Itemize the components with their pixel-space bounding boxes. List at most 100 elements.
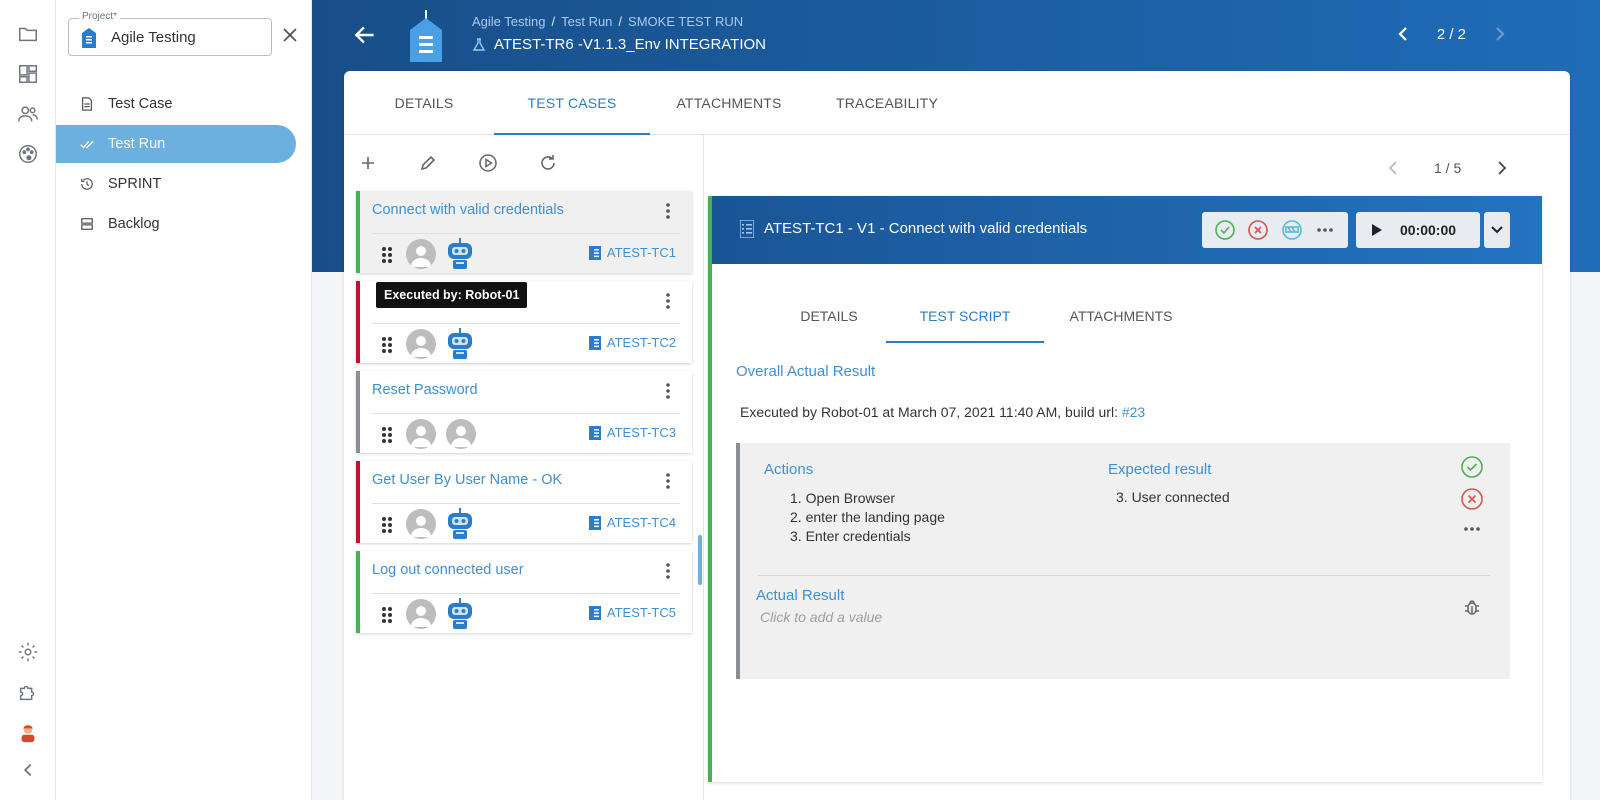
divider xyxy=(372,233,680,234)
test-case-title[interactable]: Connect with valid credentials xyxy=(372,202,564,218)
test-case-id[interactable]: ATEST-TC5 xyxy=(588,605,676,620)
execution-text: Executed by Robot-01 at March 07, 2021 1… xyxy=(740,404,1122,420)
fail-cross-icon[interactable] xyxy=(1460,487,1484,511)
users-icon[interactable] xyxy=(16,102,40,126)
nav-item-backlog[interactable]: Backlog xyxy=(56,205,296,243)
robot-icon[interactable] xyxy=(444,327,476,361)
drag-handle-icon[interactable] xyxy=(380,515,394,535)
page-title: ATEST-TR6 -V1.1.3_Env INTEGRATION xyxy=(472,36,766,53)
test-case-icon xyxy=(588,425,601,440)
drag-handle-icon[interactable] xyxy=(380,425,394,445)
test-case-id[interactable]: ATEST-TC3 xyxy=(588,425,676,440)
project-value: Agile Testing xyxy=(111,29,196,46)
chevron-right-icon[interactable] xyxy=(1490,24,1510,44)
timer-button[interactable]: 00:00:00 xyxy=(1356,212,1480,248)
main-card: DETAILS TEST CASES ATTACHMENTS TRACEABIL… xyxy=(344,71,1570,800)
drag-handle-icon[interactable] xyxy=(380,605,394,625)
drag-handle-icon[interactable] xyxy=(380,245,394,265)
test-case-title[interactable]: Log out connected user xyxy=(372,562,524,578)
test-case-id[interactable]: ATEST-TC2 xyxy=(588,335,676,350)
kebab-menu-icon[interactable] xyxy=(658,381,678,401)
drag-handle-icon[interactable] xyxy=(380,335,394,355)
chevron-left-icon[interactable] xyxy=(1393,24,1413,44)
chevron-left-icon[interactable] xyxy=(1384,159,1402,177)
chevron-right-icon[interactable] xyxy=(1493,159,1511,177)
test-case-card[interactable]: Log out connected user ATEST-TC5 xyxy=(356,551,692,633)
test-case-id-text: ATEST-TC4 xyxy=(606,515,676,530)
test-case-icon xyxy=(740,220,754,238)
palette-icon[interactable] xyxy=(16,142,40,166)
kebab-menu-icon[interactable] xyxy=(658,471,678,491)
nav-item-test-run[interactable]: Test Run xyxy=(56,125,296,163)
edit-pencil-icon[interactable] xyxy=(418,153,438,173)
bug-icon[interactable] xyxy=(1462,597,1482,617)
expected-result: 3. User connected xyxy=(1116,489,1230,505)
execution-info: Executed by Robot-01 at March 07, 2021 1… xyxy=(740,404,1145,420)
subtab-attachments[interactable]: ATTACHMENTS xyxy=(1052,289,1190,343)
user-avatar-icon[interactable] xyxy=(16,720,40,744)
test-case-id[interactable]: ATEST-TC4 xyxy=(588,515,676,530)
breadcrumb-link[interactable]: Test Run xyxy=(561,14,612,29)
back-arrow-icon[interactable] xyxy=(352,22,378,48)
actions-heading: Actions xyxy=(764,461,814,478)
test-case-id[interactable]: ATEST-TC1 xyxy=(588,245,676,260)
scrollbar-thumb[interactable] xyxy=(698,535,702,585)
test-case-title[interactable]: Get User By User Name - OK xyxy=(372,472,562,488)
refresh-icon[interactable] xyxy=(538,153,558,173)
project-label: Project* xyxy=(79,11,121,22)
settings-gear-icon[interactable] xyxy=(16,640,40,664)
puzzle-icon[interactable] xyxy=(16,680,40,704)
nav-item-test-case[interactable]: Test Case xyxy=(56,85,296,123)
build-link[interactable]: #23 xyxy=(1122,404,1145,420)
dashboard-icon[interactable] xyxy=(16,62,40,86)
timer-dropdown[interactable] xyxy=(1484,212,1510,248)
more-options-icon[interactable] xyxy=(1460,519,1484,539)
side-panel: Project* Agile Testing Test Case Test Ru… xyxy=(56,0,312,800)
tab-details[interactable]: DETAILS xyxy=(368,71,480,135)
main-tabs: DETAILS TEST CASES ATTACHMENTS TRACEABIL… xyxy=(344,71,1570,135)
tab-traceability[interactable]: TRACEABILITY xyxy=(812,71,962,135)
robot-icon[interactable] xyxy=(444,237,476,271)
pass-check-icon[interactable] xyxy=(1460,455,1484,479)
close-icon[interactable] xyxy=(280,25,300,45)
kebab-menu-icon[interactable] xyxy=(658,561,678,581)
test-case-icon xyxy=(588,515,601,530)
test-case-id-text: ATEST-TC1 xyxy=(606,245,676,260)
test-case-card[interactable]: Get User By User Name - OK ATEST-TC4 xyxy=(356,461,692,543)
breadcrumb-link[interactable]: Agile Testing xyxy=(472,14,545,29)
kebab-menu-icon[interactable] xyxy=(658,291,678,311)
robot-icon[interactable] xyxy=(444,507,476,541)
kebab-menu-icon[interactable] xyxy=(658,201,678,221)
more-options-icon[interactable] xyxy=(1314,219,1336,241)
pass-check-icon[interactable] xyxy=(1214,219,1236,241)
assignee-avatar-icon xyxy=(406,599,436,629)
test-case-pager: 1 / 5 xyxy=(1384,159,1511,177)
actual-result-heading: Actual Result xyxy=(756,587,845,604)
executed-by-tooltip: Executed by: Robot-01 xyxy=(376,282,528,308)
test-case-title[interactable]: Reset Password xyxy=(372,382,478,398)
divider xyxy=(372,323,680,324)
overall-result-label: Overall Actual Result xyxy=(736,363,876,380)
project-select[interactable]: Project* Agile Testing xyxy=(68,11,272,56)
test-case-card[interactable]: Connect with valid credentials ATEST-TC1 xyxy=(356,191,692,273)
tab-attachments[interactable]: ATTACHMENTS xyxy=(664,71,794,135)
play-circle-icon[interactable] xyxy=(478,153,498,173)
add-icon[interactable] xyxy=(358,153,378,173)
test-case-pager-count: 1 / 5 xyxy=(1434,160,1462,176)
folder-icon[interactable] xyxy=(16,22,40,46)
project-tag-icon xyxy=(82,28,96,48)
breadcrumb-link[interactable]: SMOKE TEST RUN xyxy=(628,14,743,29)
subtab-details[interactable]: DETAILS xyxy=(760,289,898,343)
actual-result-input[interactable]: Click to add a value xyxy=(760,609,882,625)
flask-icon xyxy=(472,37,486,51)
collapse-chevron-icon[interactable] xyxy=(16,758,40,782)
fail-cross-icon[interactable] xyxy=(1247,219,1269,241)
blocked-barrier-icon[interactable] xyxy=(1281,219,1303,241)
nav-item-sprint[interactable]: SPRINT xyxy=(56,165,296,203)
run-pager: 2 / 2 xyxy=(1393,24,1510,44)
test-case-card[interactable]: Reset Password ATEST-TC3 xyxy=(356,371,692,453)
divider xyxy=(372,503,680,504)
subtab-test-script[interactable]: TEST SCRIPT xyxy=(886,289,1044,343)
robot-icon[interactable] xyxy=(444,597,476,631)
tab-test-cases[interactable]: TEST CASES xyxy=(494,71,650,135)
